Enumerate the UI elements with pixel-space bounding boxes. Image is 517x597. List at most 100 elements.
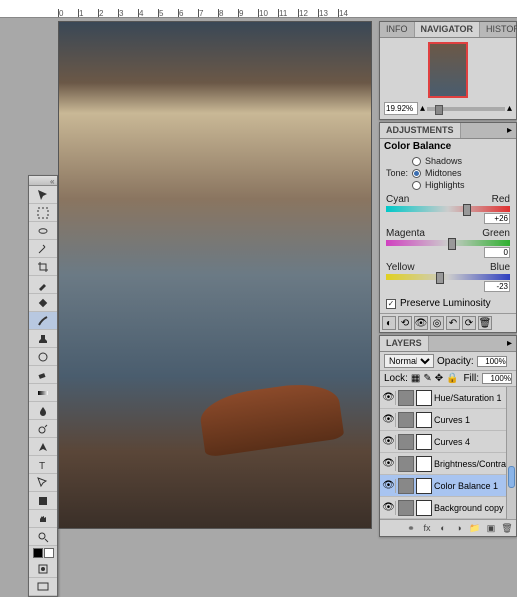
- layer-thumb[interactable]: [398, 500, 414, 516]
- adj-icon-1[interactable]: ◐: [382, 316, 396, 330]
- gradient-tool[interactable]: [29, 384, 57, 402]
- visibility-icon[interactable]: 👁: [382, 479, 396, 493]
- layer-thumb[interactable]: [398, 412, 414, 428]
- slider-value-0[interactable]: [484, 213, 510, 224]
- healing-tool[interactable]: [29, 294, 57, 312]
- layer-name[interactable]: Background copy: [434, 503, 514, 513]
- screenmode-tool[interactable]: [29, 578, 57, 596]
- layer-name[interactable]: Curves 4: [434, 437, 514, 447]
- radio-highlights[interactable]: [412, 181, 421, 190]
- stamp-tool[interactable]: [29, 330, 57, 348]
- layer-name[interactable]: Curves 1: [434, 415, 514, 425]
- document-canvas[interactable]: [58, 21, 372, 529]
- blend-mode-select[interactable]: Normal: [384, 354, 434, 368]
- tab-info[interactable]: INFO: [380, 22, 415, 37]
- label-highlights[interactable]: Highlights: [425, 180, 465, 190]
- adj-reset-icon[interactable]: ⟳: [462, 316, 476, 330]
- crop-tool[interactable]: [29, 258, 57, 276]
- layer-row[interactable]: 👁 Brightness/Contrast 1: [380, 453, 516, 475]
- mask-thumb[interactable]: [416, 500, 432, 516]
- eraser-tool[interactable]: [29, 366, 57, 384]
- fill-input[interactable]: [482, 373, 512, 384]
- adj-icon-3[interactable]: 👁: [414, 316, 428, 330]
- zoom-tool[interactable]: [29, 528, 57, 546]
- color-swatches[interactable]: [29, 546, 57, 560]
- zoom-slider[interactable]: [427, 107, 505, 111]
- type-tool[interactable]: T: [29, 456, 57, 474]
- history-brush-tool[interactable]: [29, 348, 57, 366]
- layer-row[interactable]: 👁 Color Balance 1: [380, 475, 516, 497]
- mask-thumb[interactable]: [416, 434, 432, 450]
- lock-all-icon[interactable]: 🔒: [446, 373, 458, 384]
- marquee-tool[interactable]: [29, 204, 57, 222]
- layer-row[interactable]: 👁 Hue/Saturation 1: [380, 387, 516, 409]
- blur-tool[interactable]: [29, 402, 57, 420]
- layer-thumb[interactable]: [398, 478, 414, 494]
- color-slider-2[interactable]: [386, 274, 510, 280]
- adj-icon-4[interactable]: ◎: [430, 316, 444, 330]
- tab-adjustments[interactable]: ADJUSTMENTS: [380, 123, 461, 138]
- panel-menu-icon[interactable]: ▸: [503, 336, 516, 351]
- brush-tool[interactable]: [29, 312, 57, 330]
- layer-row[interactable]: 👁 Background copy: [380, 497, 516, 519]
- mask-thumb[interactable]: [416, 478, 432, 494]
- adj-delete-icon[interactable]: 🗑: [478, 316, 492, 330]
- layer-name[interactable]: Color Balance 1: [434, 481, 514, 491]
- layers-scrollbar[interactable]: [506, 387, 516, 519]
- color-slider-0[interactable]: [386, 206, 510, 212]
- label-midtones[interactable]: Midtones: [425, 168, 462, 178]
- dodge-tool[interactable]: [29, 420, 57, 438]
- visibility-icon[interactable]: 👁: [382, 391, 396, 405]
- hand-tool[interactable]: [29, 510, 57, 528]
- lock-move-icon[interactable]: ✥: [435, 373, 443, 384]
- lasso-tool[interactable]: [29, 222, 57, 240]
- color-slider-1[interactable]: [386, 240, 510, 246]
- visibility-icon[interactable]: 👁: [382, 435, 396, 449]
- panel-menu-icon[interactable]: ▸: [503, 123, 516, 138]
- mask-thumb[interactable]: [416, 412, 432, 428]
- layer-row[interactable]: 👁 Curves 4: [380, 431, 516, 453]
- eyedropper-tool[interactable]: [29, 276, 57, 294]
- shape-tool[interactable]: [29, 492, 57, 510]
- new-layer-icon[interactable]: ▣: [484, 522, 498, 534]
- layer-mask-icon[interactable]: ◐: [436, 522, 450, 534]
- visibility-icon[interactable]: 👁: [382, 501, 396, 515]
- preserve-luminosity-label[interactable]: Preserve Luminosity: [400, 298, 491, 309]
- lock-transparent-icon[interactable]: ▦: [411, 373, 420, 384]
- wand-tool[interactable]: [29, 240, 57, 258]
- radio-shadows[interactable]: [412, 157, 421, 166]
- tab-layers[interactable]: LAYERS: [380, 336, 429, 351]
- layer-thumb[interactable]: [398, 456, 414, 472]
- radio-midtones[interactable]: [412, 169, 421, 178]
- slider-value-1[interactable]: [484, 247, 510, 258]
- lock-paint-icon[interactable]: ✎: [423, 373, 431, 384]
- label-shadows[interactable]: Shadows: [425, 156, 462, 166]
- path-tool[interactable]: [29, 474, 57, 492]
- zoom-out-icon[interactable]: ▴: [420, 103, 425, 114]
- link-layers-icon[interactable]: ⚭: [404, 522, 418, 534]
- tab-navigator[interactable]: NAVIGATOR: [415, 22, 481, 37]
- mask-thumb[interactable]: [416, 390, 432, 406]
- layer-row[interactable]: 👁 Curves 1: [380, 409, 516, 431]
- mask-thumb[interactable]: [416, 456, 432, 472]
- adj-icon-2[interactable]: ⟲: [398, 316, 412, 330]
- delete-layer-icon[interactable]: 🗑: [500, 522, 514, 534]
- slider-value-2[interactable]: [484, 281, 510, 292]
- toolbox-collapse-icon[interactable]: «: [50, 177, 56, 183]
- opacity-input[interactable]: [477, 356, 507, 367]
- layer-name[interactable]: Hue/Saturation 1: [434, 393, 514, 403]
- zoom-in-icon[interactable]: ▴: [507, 103, 512, 114]
- move-tool[interactable]: [29, 186, 57, 204]
- layer-group-icon[interactable]: 📁: [468, 522, 482, 534]
- visibility-icon[interactable]: 👁: [382, 457, 396, 471]
- pen-tool[interactable]: [29, 438, 57, 456]
- layer-name[interactable]: Brightness/Contrast 1: [434, 459, 514, 469]
- tab-history[interactable]: HISTORY: [480, 22, 517, 37]
- adj-back-icon[interactable]: ↶: [446, 316, 460, 330]
- layer-thumb[interactable]: [398, 390, 414, 406]
- preserve-luminosity-checkbox[interactable]: ✓: [386, 299, 396, 309]
- layer-thumb[interactable]: [398, 434, 414, 450]
- adjustment-layer-icon[interactable]: ◑: [452, 522, 466, 534]
- layer-fx-icon[interactable]: fx: [420, 522, 434, 534]
- zoom-input[interactable]: [384, 102, 418, 115]
